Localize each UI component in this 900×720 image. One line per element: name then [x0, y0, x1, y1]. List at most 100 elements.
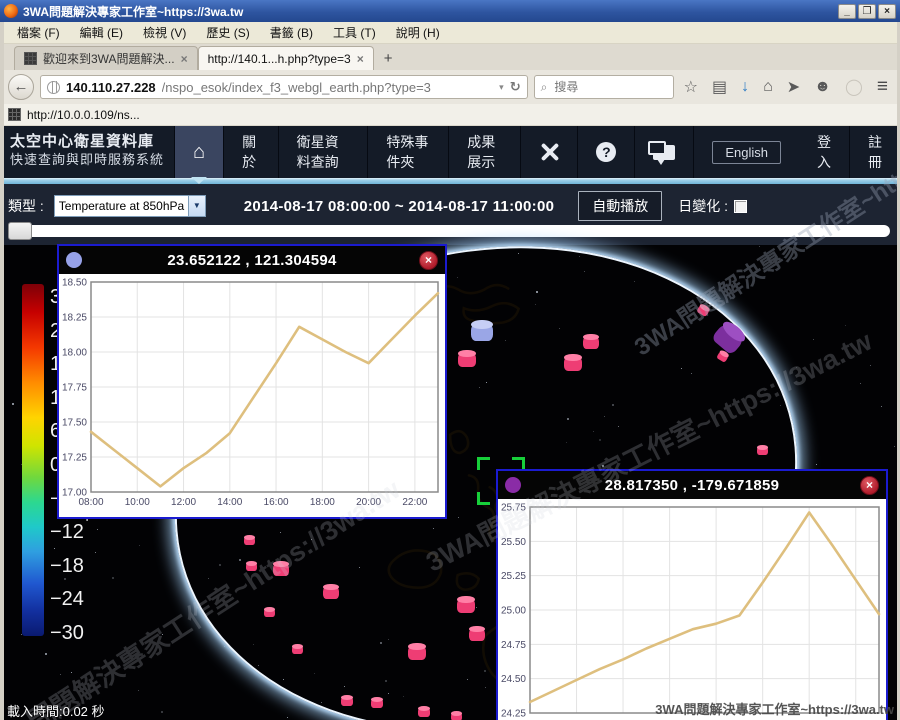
menu-view[interactable]: 檢視 (V) [134, 22, 195, 43]
url-bar[interactable]: 140.110.27.228 /nspo_esok/index_f3_webgl… [40, 75, 528, 99]
station-marker-icon[interactable] [583, 334, 599, 349]
home-icon[interactable]: ⌂ [759, 78, 777, 96]
nav-home-button[interactable]: ⌂ [174, 126, 223, 178]
station-marker-icon[interactable] [292, 644, 303, 654]
nav-english: English [693, 126, 799, 178]
nav-item-special-events[interactable]: 特殊事件夾 [367, 126, 448, 178]
svg-text:24.25: 24.25 [501, 709, 526, 720]
station-marker-icon[interactable] [323, 584, 339, 599]
station-marker-icon[interactable] [341, 695, 353, 706]
colorbar-tick-label: −12 [50, 522, 110, 542]
station-marker-icon[interactable] [451, 711, 462, 720]
svg-text:24.50: 24.50 [501, 674, 526, 685]
station-marker-icon[interactable] [458, 350, 476, 367]
load-time-status: 載入時間:0.02 秒 [7, 701, 105, 720]
type-select[interactable]: Temperature at 850hPa ▼ [54, 195, 206, 217]
site-navbar: 太空中心衛星資料庫 快速查詢與即時服務系統 ⌂ 關於 衛星資料查詢 特殊事件夾 … [0, 126, 900, 178]
nav-tools-button[interactable] [520, 126, 577, 178]
menu-file[interactable]: 檔案 (F) [8, 22, 69, 43]
url-host: 140.110.27.228 [66, 80, 156, 95]
station-marker-icon[interactable] [264, 607, 275, 617]
colorbar-tick-label: −18 [50, 556, 110, 576]
popup-coordinates: 28.817350 , -179.671859 [498, 477, 886, 494]
minimize-button[interactable]: _ [838, 4, 856, 19]
temperature-line-chart: 18.5018.2518.0017.7517.5017.2517.0008:00… [59, 274, 445, 512]
help-icon: ? [596, 142, 616, 162]
login-button[interactable]: 登入 [799, 126, 849, 178]
station-marker-icon[interactable] [273, 561, 289, 576]
url-dropdown-icon[interactable]: ▾ [499, 82, 504, 93]
time-slider-handle[interactable] [8, 222, 32, 240]
nav-item-results[interactable]: 成果展示 [448, 126, 520, 178]
popup-coordinates: 23.652122 , 121.304594 [59, 252, 445, 269]
popup-header[interactable]: 28.817350 , -179.671859 × [498, 471, 886, 499]
station-marker-icon[interactable] [371, 697, 383, 708]
popup-close-icon[interactable]: × [419, 251, 438, 270]
tools-icon [539, 142, 559, 162]
menu-history[interactable]: 歷史 (S) [197, 22, 258, 43]
time-slider-track[interactable] [8, 225, 890, 237]
popup-close-icon[interactable]: × [860, 476, 879, 495]
bookmark-item[interactable]: http://10.0.0.109/ns... [27, 108, 140, 122]
bookmark-star-icon[interactable]: ☆ [680, 77, 702, 97]
nav-help-button[interactable]: ? [577, 126, 634, 178]
chat-toolbar-icon[interactable]: ☻ [810, 78, 835, 96]
send-icon[interactable]: ➤ [783, 77, 804, 97]
back-button[interactable]: ← [8, 74, 34, 100]
nav-item-about[interactable]: 關於 [223, 126, 278, 178]
chart-popup-1[interactable]: 23.652122 , 121.304594 × 18.5018.2518.00… [57, 244, 447, 519]
svg-text:18.25: 18.25 [62, 313, 87, 324]
tab-strip: 歡迎來到3WA問題解決... × http://140.1...h.php?ty… [0, 44, 900, 70]
reload-icon[interactable]: ↻ [510, 79, 521, 95]
station-marker-icon[interactable] [246, 561, 257, 571]
window-border [0, 22, 4, 720]
station-marker-icon[interactable] [564, 354, 582, 371]
tab-welcome[interactable]: 歡迎來到3WA問題解決... × [14, 46, 198, 70]
site-identity-icon [47, 81, 60, 94]
search-input[interactable] [552, 79, 666, 95]
new-tab-button[interactable]: + [374, 50, 403, 70]
firefox-icon [4, 4, 18, 18]
nav-item-satellite-query[interactable]: 衛星資料查詢 [278, 126, 368, 178]
station-marker-icon[interactable] [408, 643, 426, 660]
url-path: /nspo_esok/index_f3_webgl_earth.php?type… [162, 80, 494, 95]
date-range-text: 2014-08-17 08:00:00 ~ 2014-08-17 11:00:0… [244, 198, 554, 215]
chart-popup-2[interactable]: 28.817350 , -179.671859 × 25.7525.5025.2… [496, 469, 888, 720]
svg-text:16:00: 16:00 [264, 497, 289, 508]
site-logo[interactable]: 太空中心衛星資料庫 快速查詢與即時服務系統 [0, 126, 174, 178]
station-marker-icon[interactable] [469, 626, 485, 641]
svg-text:12:00: 12:00 [171, 497, 196, 508]
tab-active[interactable]: http://140.1...h.php?type=3 × [198, 46, 374, 70]
search-bar[interactable]: ⌕ [534, 75, 674, 99]
station-marker-icon[interactable] [457, 596, 475, 613]
svg-text:25.00: 25.00 [501, 606, 526, 617]
menu-tools[interactable]: 工具 (T) [324, 22, 385, 43]
menu-edit[interactable]: 編輯 (E) [71, 22, 132, 43]
tab-close-icon[interactable]: × [181, 52, 188, 66]
menu-bookmarks[interactable]: 書籤 (B) [261, 22, 322, 43]
forum-chat-icon [653, 145, 675, 160]
sync-icon[interactable]: ◯ [841, 77, 867, 97]
nav-forum-button[interactable] [634, 126, 693, 178]
blue-station-marker-icon[interactable] [471, 320, 493, 341]
svg-text:25.50: 25.50 [501, 537, 526, 548]
english-button[interactable]: English [712, 141, 781, 164]
menu-hamburger-icon[interactable]: ≡ [873, 76, 892, 98]
register-button[interactable]: 註冊 [849, 126, 900, 178]
window-titlebar[interactable]: 3WA問題解決專家工作室~https://3wa.tw _ ❐ × [0, 0, 900, 22]
restore-button[interactable]: ❐ [858, 4, 876, 19]
close-button[interactable]: × [878, 4, 896, 19]
tab-close-icon[interactable]: × [357, 52, 364, 66]
temperature-colorbar [22, 284, 44, 636]
station-marker-icon[interactable] [418, 706, 430, 717]
select-arrow-icon[interactable]: ▼ [188, 196, 205, 216]
bookmarks-menu-icon[interactable]: ▤ [708, 77, 731, 97]
downloads-icon[interactable]: ↓ [737, 78, 753, 96]
bookmarks-bar: http://10.0.0.109/ns... [0, 104, 900, 126]
menu-help[interactable]: 說明 (H) [387, 22, 449, 43]
type-select-value: Temperature at 850hPa [55, 199, 188, 213]
station-marker-icon[interactable] [757, 445, 768, 455]
popup-header[interactable]: 23.652122 , 121.304594 × [59, 246, 445, 274]
station-marker-icon[interactable] [244, 535, 255, 545]
menu-bar: 檔案 (F) 編輯 (E) 檢視 (V) 歷史 (S) 書籤 (B) 工具 (T… [0, 22, 900, 44]
